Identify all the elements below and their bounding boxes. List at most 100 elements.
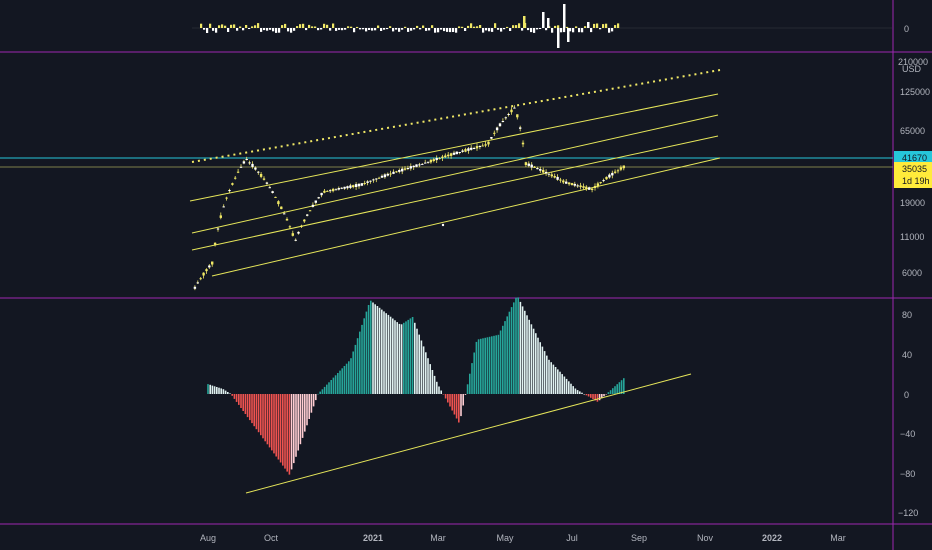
price-candle	[472, 148, 476, 149]
price-candle	[521, 142, 525, 145]
time-label-may: May	[496, 533, 514, 543]
price-candle	[524, 162, 528, 165]
price-candle	[501, 121, 505, 122]
price-candle	[490, 137, 493, 139]
time-label-sep: Sep	[631, 533, 647, 543]
price-candle	[306, 214, 309, 216]
volume-bar	[203, 28, 206, 30]
volume-bar	[479, 25, 482, 28]
volume-bar	[335, 28, 338, 31]
price-candle	[349, 185, 352, 188]
volume-bar	[239, 26, 242, 28]
oscillator-bar	[279, 394, 282, 463]
oscillator-bar	[264, 394, 266, 442]
oscillator-bar	[530, 324, 533, 394]
oscillator-bar	[572, 386, 574, 394]
price-candle	[588, 187, 591, 190]
volume-bar	[323, 23, 326, 28]
volume-bar	[404, 26, 407, 28]
price-candle	[616, 170, 620, 172]
price-candle	[519, 127, 522, 129]
oscillator-bar	[543, 351, 546, 394]
oscillator-bar	[546, 355, 548, 394]
oscillator-bar	[288, 394, 291, 475]
oscillator-bar	[229, 393, 231, 394]
oscillator-bar	[262, 394, 264, 439]
price-candle	[346, 186, 349, 189]
oscillator-bar	[592, 394, 594, 400]
oscillator-bar	[521, 306, 524, 394]
volume-bar	[329, 28, 332, 31]
oscillator-bar	[447, 394, 449, 403]
price-candle	[421, 163, 424, 165]
price-candle	[329, 190, 332, 192]
chart-background	[0, 0, 932, 550]
oscillator-bar	[271, 394, 273, 451]
price-candle	[277, 201, 280, 205]
volume-bar	[254, 25, 257, 28]
price-candle	[231, 183, 234, 185]
price-candle	[622, 165, 625, 169]
volume-bar	[260, 28, 263, 32]
volume-bar	[566, 26, 569, 28]
oscillator-bar	[420, 340, 423, 394]
volume-bar	[527, 28, 530, 31]
oscillator-bar	[339, 370, 341, 394]
oscillator-bar	[266, 394, 269, 445]
oscillator-bar	[286, 394, 288, 472]
time-label-aug: Aug	[200, 533, 216, 543]
volume-bar	[332, 23, 335, 28]
oscillator-bar	[495, 335, 497, 394]
price-candle	[602, 180, 605, 182]
price-candle	[228, 190, 231, 192]
volume-bar	[485, 28, 488, 31]
price-axis-label-19000: 19000	[900, 198, 925, 208]
oscillator-bar	[596, 394, 599, 402]
volume-bar	[245, 25, 248, 28]
chart-canvas[interactable]: 0 210000 USD 125000 65000 19000 11000 60…	[0, 0, 932, 550]
volume-bar	[212, 28, 215, 31]
volume-bar	[605, 23, 608, 28]
oscillator-bar	[427, 358, 429, 394]
volume-bar	[533, 28, 536, 33]
volume-bar	[611, 28, 614, 32]
volume-spike-bar	[557, 28, 560, 48]
price-candle	[360, 183, 364, 186]
price-candle	[383, 174, 387, 178]
price-candle	[369, 180, 372, 182]
oscillator-bar	[372, 302, 374, 394]
oscillator-bar	[295, 394, 297, 457]
price-candle	[377, 177, 381, 179]
oscillator-bar	[502, 325, 504, 394]
price-axis-label-125000: 125000	[900, 87, 930, 97]
oscillator-bar	[317, 393, 319, 395]
oscillator-bar	[425, 352, 427, 394]
price-candle	[426, 161, 430, 163]
oscillator-bar	[240, 394, 242, 408]
price-candle	[409, 166, 412, 169]
oscillator-bar	[341, 368, 343, 394]
volume-bar	[218, 25, 221, 28]
volume-bar	[614, 25, 617, 28]
volume-bar	[506, 26, 509, 28]
oscillator-bar	[227, 392, 229, 394]
price-candle	[590, 188, 594, 190]
oscillator-bar	[570, 383, 572, 394]
oscillator-bar	[587, 394, 590, 397]
oscillator-bar	[488, 336, 491, 394]
oscillator-bar	[367, 305, 370, 394]
price-candle	[516, 114, 519, 118]
oscillator-bar	[310, 394, 313, 413]
volume-bar	[227, 28, 230, 32]
volume-bar	[257, 23, 260, 28]
oscillator-bar	[598, 394, 601, 401]
volume-bar	[281, 25, 284, 28]
volume-bar	[401, 28, 404, 30]
volume-bar	[554, 25, 557, 28]
price-candle	[449, 153, 453, 156]
oscillator-bar	[330, 380, 332, 394]
volume-bar	[410, 28, 413, 31]
price-candle	[570, 183, 574, 185]
oscillator-bar	[568, 381, 570, 394]
oscillator-bar	[609, 390, 612, 394]
